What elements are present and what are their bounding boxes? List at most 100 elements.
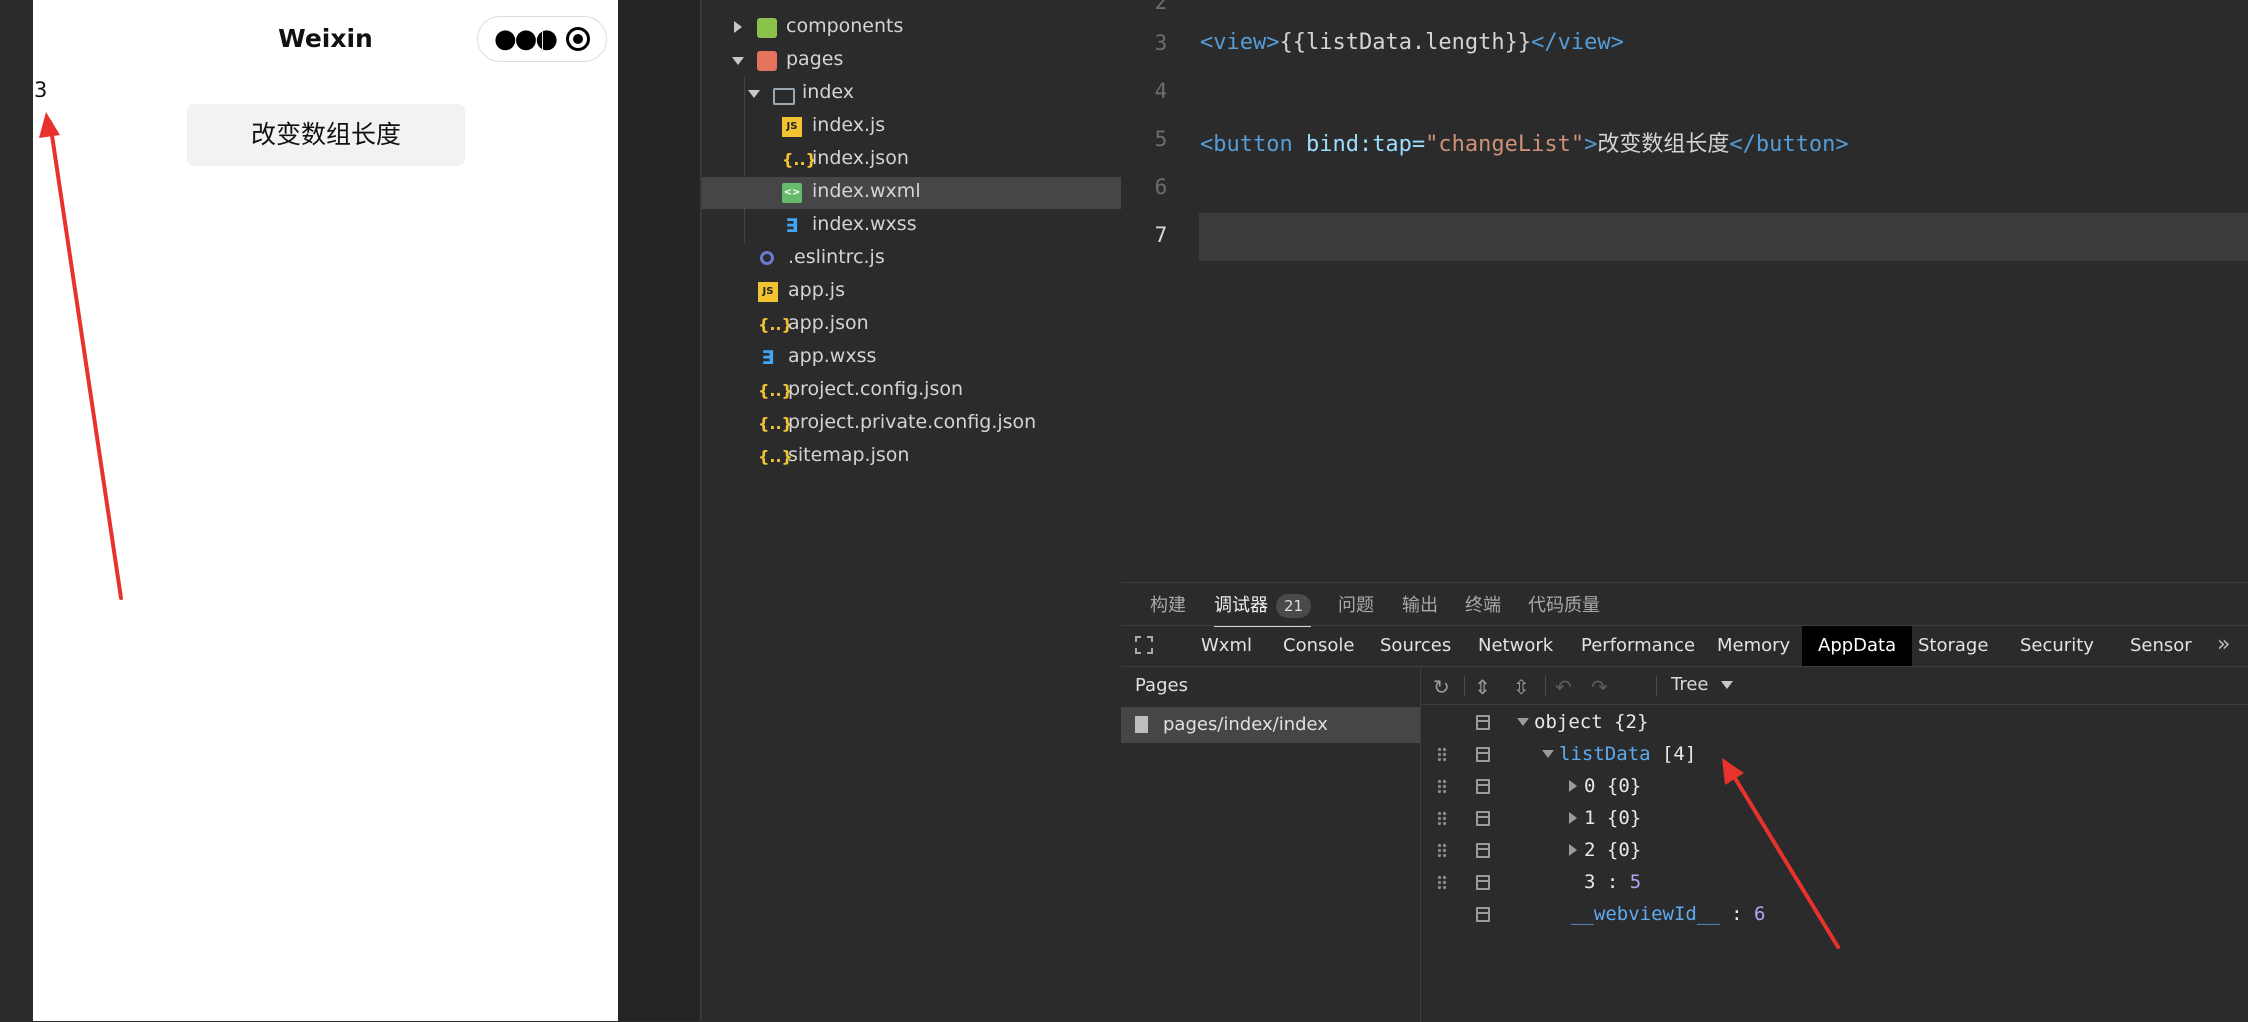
- tree-row-item[interactable]: 2 {0}: [1421, 835, 2248, 867]
- chevron-right-icon[interactable]: [734, 21, 742, 33]
- explorer-item-label: index.js: [812, 114, 886, 136]
- tree-key: 2: [1584, 839, 1596, 861]
- node-box-icon[interactable]: [1476, 715, 1490, 730]
- expand-all-icon[interactable]: ⇳: [1513, 675, 1530, 699]
- explorer-item-project-config[interactable]: {..} project.config.json: [702, 375, 1123, 407]
- close-target-icon[interactable]: [566, 27, 590, 51]
- tree-node-text: 2 {0}: [1584, 839, 1641, 861]
- pages-list-item[interactable]: pages/index/index: [1121, 707, 1420, 743]
- tab-issues[interactable]: 问题: [1338, 591, 1374, 617]
- line-number: 3: [1154, 31, 1168, 55]
- node-box-icon[interactable]: [1476, 747, 1490, 762]
- node-box-icon[interactable]: [1476, 811, 1490, 826]
- undo-icon[interactable]: ↶: [1555, 675, 1572, 699]
- tree-value: {0}: [1606, 839, 1642, 861]
- document-icon: [1135, 716, 1148, 733]
- expand-toggle-icon[interactable]: [1569, 812, 1577, 824]
- explorer-item-sitemap[interactable]: {..} sitemap.json: [702, 441, 1123, 473]
- drag-handle-icon[interactable]: [1437, 779, 1447, 795]
- more-dots-icon[interactable]: ●●●: [494, 26, 558, 52]
- tree-key: listData: [1559, 743, 1651, 765]
- code-line[interactable]: 4: [1121, 69, 2248, 117]
- collapse-all-icon[interactable]: ⇕: [1474, 675, 1491, 699]
- tab-sources[interactable]: Sources: [1380, 626, 1451, 666]
- view-mode-select[interactable]: Tree: [1671, 674, 1733, 695]
- tab-network[interactable]: Network: [1478, 626, 1553, 666]
- chevron-down-icon[interactable]: [732, 57, 744, 65]
- pages-panel: Pages pages/index/index: [1121, 667, 1421, 1022]
- explorer-item-eslintrc[interactable]: .eslintrc.js: [702, 243, 1123, 275]
- explorer-item-label: .eslintrc.js: [788, 246, 885, 268]
- wxss-file-icon: ∃: [761, 347, 775, 369]
- toolbar-divider: [1545, 676, 1546, 696]
- explorer-item-app-json[interactable]: {..} app.json: [702, 309, 1123, 341]
- tree-value: 5: [1629, 871, 1642, 893]
- tab-build[interactable]: 构建: [1150, 591, 1186, 617]
- tab-security[interactable]: Security: [2020, 626, 2094, 666]
- change-array-length-button[interactable]: 改变数组长度: [187, 104, 465, 166]
- tab-storage[interactable]: Storage: [1918, 626, 1988, 666]
- explorer-item-index-wxml[interactable]: <> index.wxml: [702, 177, 1123, 209]
- explorer-item-components[interactable]: components: [702, 12, 1123, 44]
- drag-handle-icon[interactable]: [1437, 811, 1447, 827]
- explorer-item-pages[interactable]: pages: [702, 45, 1123, 77]
- explorer-item-label: sitemap.json: [788, 444, 910, 466]
- tree-key: 0: [1584, 775, 1596, 797]
- chevron-down-icon[interactable]: [748, 90, 760, 98]
- code-line[interactable]: 6: [1121, 165, 2248, 213]
- node-box-icon[interactable]: [1476, 875, 1490, 890]
- explorer-item-label: project.config.json: [788, 378, 964, 400]
- explorer-item-index-wxss[interactable]: ∃ index.wxss: [702, 210, 1123, 242]
- code-line[interactable]: 3 <view>{{listData.length}}</view>: [1121, 21, 2248, 69]
- tab-performance[interactable]: Performance: [1581, 626, 1695, 666]
- expand-toggle-icon[interactable]: [1517, 718, 1529, 726]
- more-tabs-icon[interactable]: »: [2217, 626, 2230, 664]
- code-token: </button>: [1729, 132, 1849, 157]
- drag-handle-icon[interactable]: [1437, 875, 1447, 891]
- wxml-file-icon: <>: [782, 183, 802, 203]
- node-box-icon[interactable]: [1476, 843, 1490, 858]
- code-line-current[interactable]: 7: [1121, 213, 2248, 261]
- capsule-divider: [542, 28, 543, 52]
- tab-sensor[interactable]: Sensor: [2130, 626, 2192, 666]
- tree-row-webviewid[interactable]: __webviewId__ : 6: [1421, 899, 2248, 931]
- explorer-item-label: app.wxss: [788, 345, 877, 367]
- redo-icon[interactable]: ↷: [1591, 675, 1608, 699]
- tree-row-listdata[interactable]: listData [4]: [1421, 739, 2248, 771]
- tab-output[interactable]: 输出: [1402, 591, 1438, 617]
- refresh-icon[interactable]: ↻: [1433, 675, 1450, 699]
- tab-terminal[interactable]: 终端: [1465, 591, 1501, 617]
- explorer-item-index-folder[interactable]: index: [702, 78, 1123, 110]
- toolbar-divider: [1464, 676, 1465, 696]
- tree-row-item[interactable]: 3 : 5: [1421, 867, 2248, 899]
- tab-debugger[interactable]: 调试器 21: [1214, 591, 1312, 627]
- tree-row-root[interactable]: object {2}: [1421, 707, 2248, 739]
- tab-wxml[interactable]: Wxml: [1201, 626, 1252, 666]
- explorer-item-app-js[interactable]: JS app.js: [702, 276, 1123, 308]
- appdata-toolbar: ↻ ⇕ ⇳ ↶ ↷ Tree: [1421, 667, 2248, 705]
- node-box-icon[interactable]: [1476, 907, 1490, 922]
- drag-handle-icon[interactable]: [1437, 747, 1447, 763]
- inspect-element-icon[interactable]: [1135, 636, 1153, 654]
- code-line[interactable]: 5 <button bind:tap="changeList">改变数组长度</…: [1121, 117, 2248, 165]
- node-box-icon[interactable]: [1476, 779, 1490, 794]
- explorer-item-index-json[interactable]: {..} index.json: [702, 144, 1123, 176]
- tree-node-text: listData [4]: [1559, 743, 1696, 765]
- line-number: 4: [1154, 79, 1168, 103]
- drag-handle-icon[interactable]: [1437, 843, 1447, 859]
- expand-toggle-icon[interactable]: [1542, 750, 1554, 758]
- tab-console[interactable]: Console: [1283, 626, 1354, 666]
- tab-code-quality[interactable]: 代码质量: [1528, 591, 1600, 617]
- explorer-item-project-private-config[interactable]: {..} project.private.config.json: [702, 408, 1123, 440]
- tree-row-item[interactable]: 1 {0}: [1421, 803, 2248, 835]
- explorer-item-app-wxss[interactable]: ∃ app.wxss: [702, 342, 1123, 374]
- expand-toggle-icon[interactable]: [1569, 844, 1577, 856]
- code-token: 改变数组长度: [1597, 132, 1730, 157]
- tab-appdata[interactable]: AppData: [1802, 626, 1913, 666]
- tree-row-item[interactable]: 0 {0}: [1421, 771, 2248, 803]
- capsule-menu[interactable]: ●●●: [477, 16, 607, 62]
- explorer-item-index-js[interactable]: JS index.js: [702, 111, 1123, 143]
- expand-toggle-icon[interactable]: [1569, 780, 1577, 792]
- code-editor[interactable]: 2 3 <view>{{listData.length}}</view> 4 5…: [1121, 0, 2248, 582]
- tab-memory[interactable]: Memory: [1717, 626, 1790, 666]
